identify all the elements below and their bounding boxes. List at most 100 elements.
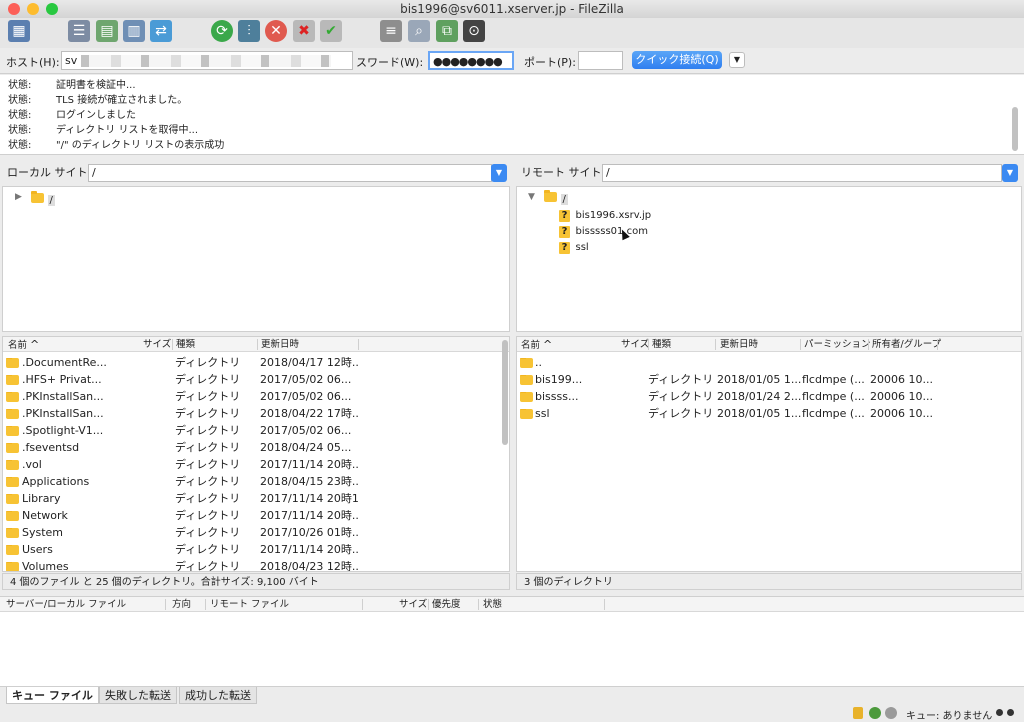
folder-icon: [6, 528, 19, 538]
column-direction-header[interactable]: 方向: [172, 597, 191, 612]
file-row[interactable]: bissss... ディレクトリ 2018/01/24 2... flcdmpe (.…: [517, 388, 1021, 405]
log-entry: 状態: 証明書を検証中...: [8, 80, 136, 91]
file-row[interactable]: .HFS+ Privat... ディレクトリ 2017/05/02 06...: [3, 371, 509, 388]
file-row[interactable]: ssl ディレクトリ 2018/01/05 1... flcdmpe (... 2000…: [517, 405, 1021, 422]
file-row[interactable]: Volumes ディレクトリ 2018/04/23 12時...: [3, 558, 509, 571]
file-name: ssl: [535, 407, 550, 420]
file-row[interactable]: .PKInstallSan... ディレクトリ 2018/04/22 17時...: [3, 405, 509, 422]
local-directory-tree[interactable]: ▶ /: [2, 186, 510, 332]
log-scrollbar[interactable]: [1012, 107, 1018, 151]
tab-queued-files[interactable]: キュー ファイル: [6, 687, 99, 704]
file-modified: 2017/05/02 06...: [260, 373, 352, 386]
column-name-header[interactable]: 名前 ^: [8, 337, 39, 353]
file-row[interactable]: .fseventsd ディレクトリ 2018/04/24 05...: [3, 439, 509, 456]
toggle-remote-tree-icon[interactable]: ▥: [123, 20, 145, 42]
tree-node[interactable]: ? ssl: [559, 240, 589, 254]
file-name: .HFS+ Privat...: [22, 373, 102, 386]
search-files-icon[interactable]: ⊙: [463, 20, 485, 42]
remote-directory-tree[interactable]: ▼ / ? bis1996.xsrv.jp ? bisssss01.com ? …: [516, 186, 1022, 332]
folder-icon: [520, 392, 533, 402]
file-row[interactable]: Users ディレクトリ 2017/11/14 20時...: [3, 541, 509, 558]
window-controls: [8, 3, 58, 15]
message-log[interactable]: 状態: 証明書を検証中... 状態: TLS 接続が確立されました。 状態: ログイン…: [0, 75, 1024, 155]
local-list-scrollbar[interactable]: [502, 340, 508, 445]
file-row[interactable]: .PKInstallSan... ディレクトリ 2017/05/02 06...: [3, 388, 509, 405]
column-type-header[interactable]: 種類: [176, 337, 195, 352]
gear-icon[interactable]: [869, 707, 881, 719]
host-value: sv: [65, 54, 78, 67]
lock-icon[interactable]: [853, 707, 863, 719]
zoom-window-button[interactable]: [46, 3, 58, 15]
remote-site-bar: リモート サイト: / ▼: [514, 162, 1024, 184]
column-owner-header[interactable]: 所有者/グループ: [872, 337, 941, 352]
column-size-header[interactable]: サイズ: [399, 597, 427, 612]
tree-node[interactable]: ? bis1996.xsrv.jp: [559, 208, 651, 222]
file-row[interactable]: System ディレクトリ 2017/10/26 01時...: [3, 524, 509, 541]
speed-limit-icon[interactable]: [885, 707, 897, 719]
host-input[interactable]: sv: [61, 51, 353, 70]
receive-indicator-icon: [1007, 709, 1014, 716]
file-row[interactable]: .Spotlight-V1... ディレクトリ 2017/05/02 06...: [3, 422, 509, 439]
refresh-icon[interactable]: ⟳: [211, 20, 233, 42]
port-input[interactable]: [578, 51, 623, 70]
folder-icon: [544, 190, 557, 202]
tree-node[interactable]: ? bisssss01.com: [559, 224, 648, 238]
file-row[interactable]: Network ディレクトリ 2017/11/14 20時...: [3, 507, 509, 524]
file-row[interactable]: .DocumentRe... ディレクトリ 2018/04/17 12時...: [3, 354, 509, 371]
local-path-dropdown[interactable]: ▼: [491, 164, 507, 182]
tab-failed-transfers[interactable]: 失敗した転送: [99, 687, 177, 704]
collapse-arrow-icon[interactable]: ▼: [528, 192, 535, 202]
quickconnect-button[interactable]: クイック接続(Q): [632, 51, 722, 69]
disconnect-icon[interactable]: ✖: [293, 20, 315, 42]
column-server-file-header[interactable]: サーバー/ローカル ファイル: [6, 597, 126, 612]
column-type-header[interactable]: 種類: [652, 337, 671, 352]
title-bar: bis1996@sv6011.xserver.jp - FileZilla: [0, 0, 1024, 18]
file-row[interactable]: ..: [517, 354, 1021, 371]
column-modified-header[interactable]: 更新日時: [261, 337, 299, 352]
remote-path-dropdown[interactable]: ▼: [1002, 164, 1018, 182]
tree-node-root[interactable]: /: [544, 190, 568, 205]
minimize-window-button[interactable]: [27, 3, 39, 15]
local-site-bar: ローカル サイト: / ▼: [0, 162, 510, 184]
quickconnect-history-dropdown[interactable]: ▼: [729, 52, 745, 68]
sort-ascending-icon: ^: [30, 338, 40, 351]
compare-directories-icon[interactable]: ⌕: [408, 20, 430, 42]
send-indicator-icon: [996, 709, 1003, 716]
toggle-log-icon[interactable]: ☰: [68, 20, 90, 42]
site-manager-icon[interactable]: ▦: [8, 20, 30, 42]
tree-node-label: /: [560, 194, 568, 205]
column-remote-file-header[interactable]: リモート ファイル: [210, 597, 289, 612]
unknown-folder-icon: ?: [559, 210, 570, 222]
close-window-button[interactable]: [8, 3, 20, 15]
column-priority-header[interactable]: 優先度: [432, 597, 461, 612]
remote-status: 3 個のディレクトリ: [516, 573, 1022, 590]
remote-path-input[interactable]: /: [602, 164, 1002, 182]
file-row[interactable]: Library ディレクトリ 2017/11/14 20時1...: [3, 490, 509, 507]
toggle-queue-icon[interactable]: ⇄: [150, 20, 172, 42]
column-status-header[interactable]: 状態: [483, 597, 502, 612]
password-input[interactable]: ●●●●●●●●: [428, 51, 514, 70]
file-row[interactable]: bis199... ディレクトリ 2018/01/05 1... flcdmpe (.…: [517, 371, 1021, 388]
folder-icon: [6, 426, 19, 436]
file-row[interactable]: Applications ディレクトリ 2018/04/15 23時...: [3, 473, 509, 490]
reconnect-icon[interactable]: ✔: [320, 20, 342, 42]
file-row[interactable]: .vol ディレクトリ 2017/11/14 20時...: [3, 456, 509, 473]
window-title: bis1996@sv6011.xserver.jp - FileZilla: [400, 2, 624, 16]
directory-listing-filter-icon[interactable]: ≡: [380, 20, 402, 42]
tree-node-root[interactable]: /: [31, 191, 55, 206]
column-size-header[interactable]: サイズ: [143, 337, 171, 352]
expand-arrow-icon[interactable]: ▶: [15, 192, 22, 202]
toggle-local-tree-icon[interactable]: ▤: [96, 20, 118, 42]
tab-successful-transfers[interactable]: 成功した転送: [179, 687, 257, 704]
column-size-header[interactable]: サイズ: [621, 337, 649, 352]
remote-file-list[interactable]: 名前 ^ サイズ 種類 更新日時 パーミッション 所有者/グループ .. bis1…: [516, 336, 1022, 572]
process-queue-icon[interactable]: ⫶: [238, 20, 260, 42]
column-name-header[interactable]: 名前 ^: [521, 337, 552, 353]
local-path-input[interactable]: /: [88, 164, 492, 182]
sync-browsing-icon[interactable]: ⧉: [436, 20, 458, 42]
cancel-icon[interactable]: ✕: [265, 20, 287, 42]
transfer-queue[interactable]: サーバー/ローカル ファイル 方向 リモート ファイル サイズ 優先度 状態: [0, 596, 1024, 686]
column-permission-header[interactable]: パーミッション: [804, 337, 871, 352]
column-modified-header[interactable]: 更新日時: [720, 337, 758, 352]
local-file-list[interactable]: 名前 ^ サイズ 種類 更新日時 .DocumentRe... ディレクトリ 201…: [2, 336, 510, 572]
